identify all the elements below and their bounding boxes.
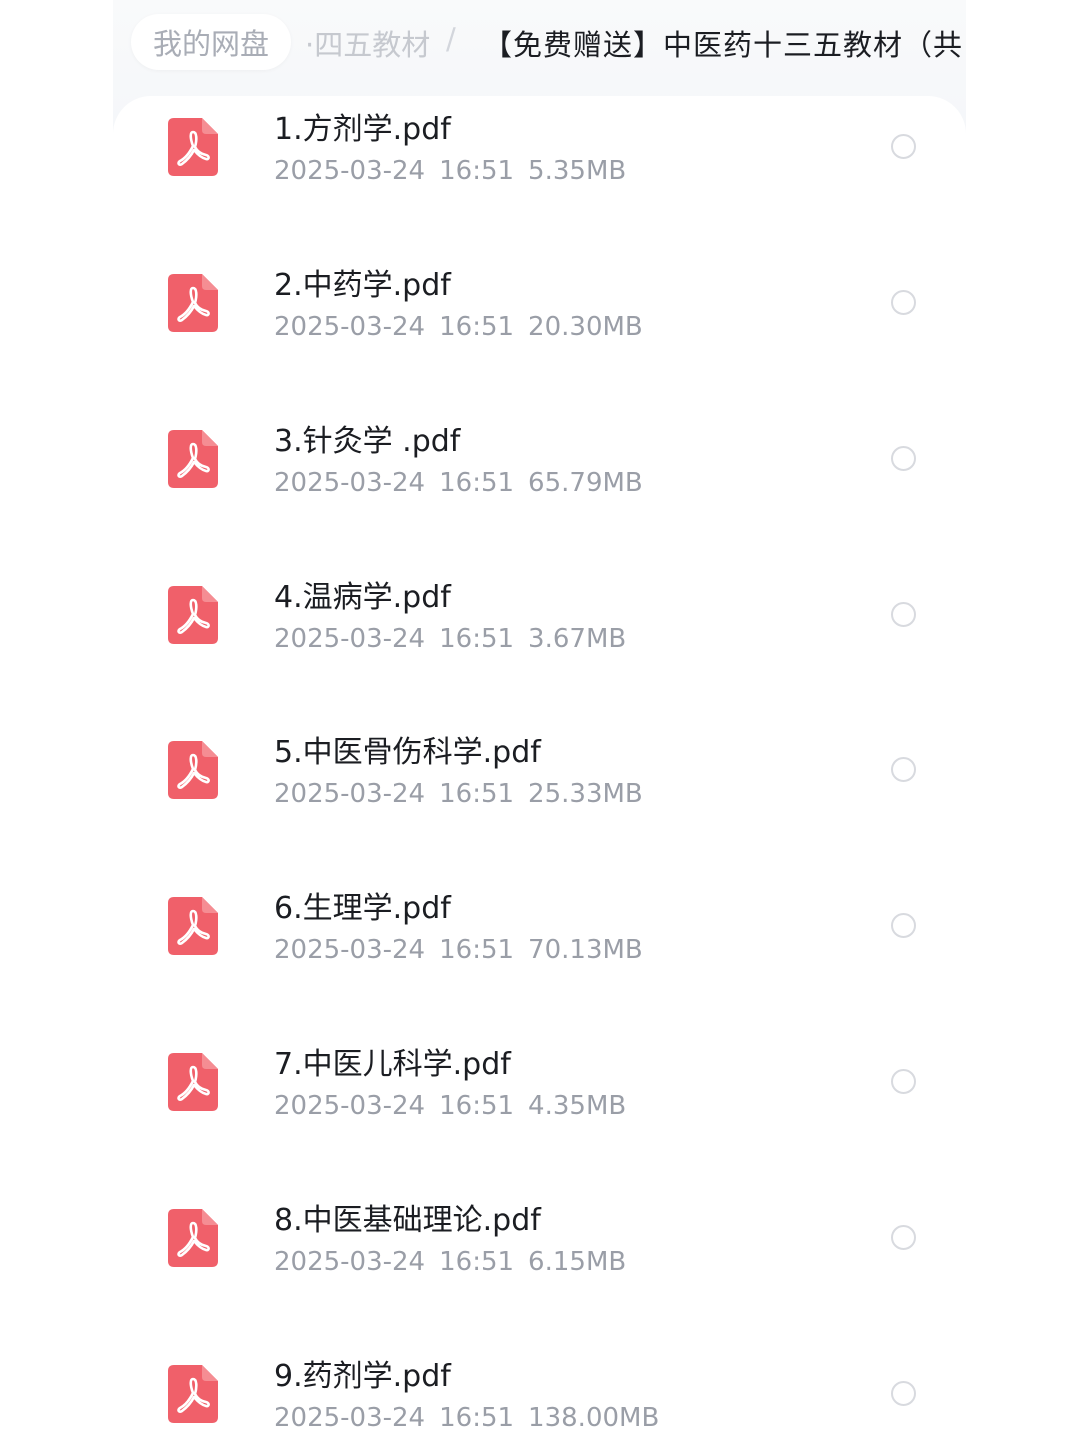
file-date: 2025-03-24 (274, 935, 426, 965)
pdf-file-icon (168, 897, 218, 955)
file-row[interactable]: 6.生理学.pdf 2025-03-24 16:51 70.13MB (113, 875, 966, 1031)
select-radio[interactable] (891, 1381, 916, 1406)
file-row[interactable]: 9.药剂学.pdf 2025-03-24 16:51 138.00MB (113, 1343, 966, 1439)
file-size: 25.33MB (528, 779, 643, 809)
file-time: 16:51 (439, 779, 515, 809)
pdf-file-icon (168, 586, 218, 644)
file-time: 16:51 (439, 468, 515, 498)
file-name: 8.中医基础理论.pdf (274, 1203, 541, 1238)
file-date: 2025-03-24 (274, 468, 426, 498)
pdf-file-icon (168, 1365, 218, 1423)
file-size: 138.00MB (528, 1403, 660, 1433)
file-row[interactable]: 3.针灸学 .pdf 2025-03-24 16:51 65.79MB (113, 408, 966, 564)
file-row[interactable]: 8.中医基础理论.pdf 2025-03-24 16:51 6.15MB (113, 1187, 966, 1343)
file-row[interactable]: 4.温病学.pdf 2025-03-24 16:51 3.67MB (113, 564, 966, 720)
breadcrumb-parent-folder[interactable]: ·四五教材 (305, 22, 430, 64)
pdf-file-icon (168, 1209, 218, 1267)
pdf-file-icon (168, 274, 218, 332)
file-list: 1.方剂学.pdf 2025-03-24 16:51 5.35MB 2.中药学.pdf 2… (113, 96, 966, 1439)
file-meta: 2025-03-24 16:51 5.35MB (274, 156, 640, 186)
file-time: 16:51 (439, 312, 515, 342)
file-meta: 2025-03-24 16:51 70.13MB (274, 935, 657, 965)
file-name: 6.生理学.pdf (274, 891, 451, 926)
pdf-file-icon (168, 741, 218, 799)
file-size: 5.35MB (528, 156, 627, 186)
select-radio[interactable] (891, 1225, 916, 1250)
select-radio[interactable] (891, 134, 916, 159)
file-time: 16:51 (439, 624, 515, 654)
select-radio[interactable] (891, 913, 916, 938)
file-name: 1.方剂学.pdf (274, 112, 451, 147)
file-row[interactable]: 1.方剂学.pdf 2025-03-24 16:51 5.35MB (113, 96, 966, 252)
file-name: 9.药剂学.pdf (274, 1359, 451, 1394)
file-meta: 2025-03-24 16:51 4.35MB (274, 1091, 640, 1121)
select-radio[interactable] (891, 446, 916, 471)
file-size: 3.67MB (528, 624, 627, 654)
breadcrumb-current-folder: 【免费赠送】中医药十三五教材（共 (483, 28, 964, 62)
file-size: 20.30MB (528, 312, 643, 342)
file-meta: 2025-03-24 16:51 3.67MB (274, 624, 640, 654)
file-size: 6.15MB (528, 1247, 627, 1277)
file-browser-page: 我的网盘 ·四五教材 / 【免费赠送】中医药十三五教材（共 1.方剂学.pdf 2… (0, 0, 1080, 1439)
file-date: 2025-03-24 (274, 624, 426, 654)
file-size: 70.13MB (528, 935, 643, 965)
file-time: 16:51 (439, 1091, 515, 1121)
pdf-file-icon (168, 1053, 218, 1111)
file-time: 16:51 (439, 1247, 515, 1277)
file-row[interactable]: 5.中医骨伤科学.pdf 2025-03-24 16:51 25.33MB (113, 719, 966, 875)
file-time: 16:51 (439, 935, 515, 965)
file-meta: 2025-03-24 16:51 65.79MB (274, 468, 657, 498)
breadcrumb: 我的网盘 ·四五教材 / 【免费赠送】中医药十三五教材（共 (113, 10, 966, 74)
select-radio[interactable] (891, 290, 916, 315)
file-meta: 2025-03-24 16:51 25.33MB (274, 779, 657, 809)
file-date: 2025-03-24 (274, 1091, 426, 1121)
file-size: 4.35MB (528, 1091, 627, 1121)
file-name: 2.中药学.pdf (274, 268, 451, 303)
file-date: 2025-03-24 (274, 156, 426, 186)
file-name: 4.温病学.pdf (274, 580, 451, 615)
file-name: 5.中医骨伤科学.pdf (274, 735, 541, 770)
file-date: 2025-03-24 (274, 312, 426, 342)
file-date: 2025-03-24 (274, 1403, 426, 1433)
file-size: 65.79MB (528, 468, 643, 498)
pdf-file-icon (168, 430, 218, 488)
pdf-file-icon (168, 118, 218, 176)
file-time: 16:51 (439, 1403, 515, 1433)
file-name: 3.针灸学 .pdf (274, 424, 461, 459)
select-radio[interactable] (891, 757, 916, 782)
breadcrumb-home[interactable]: 我的网盘 (131, 14, 292, 70)
select-radio[interactable] (891, 1069, 916, 1094)
file-date: 2025-03-24 (274, 779, 426, 809)
file-meta: 2025-03-24 16:51 6.15MB (274, 1247, 640, 1277)
file-name: 7.中医儿科学.pdf (274, 1047, 511, 1082)
breadcrumb-separator: / (446, 22, 456, 56)
file-row[interactable]: 2.中药学.pdf 2025-03-24 16:51 20.30MB (113, 252, 966, 408)
file-date: 2025-03-24 (274, 1247, 426, 1277)
file-meta: 2025-03-24 16:51 20.30MB (274, 312, 657, 342)
file-meta: 2025-03-24 16:51 138.00MB (274, 1403, 673, 1433)
file-time: 16:51 (439, 156, 515, 186)
select-radio[interactable] (891, 602, 916, 627)
file-row[interactable]: 7.中医儿科学.pdf 2025-03-24 16:51 4.35MB (113, 1031, 966, 1187)
